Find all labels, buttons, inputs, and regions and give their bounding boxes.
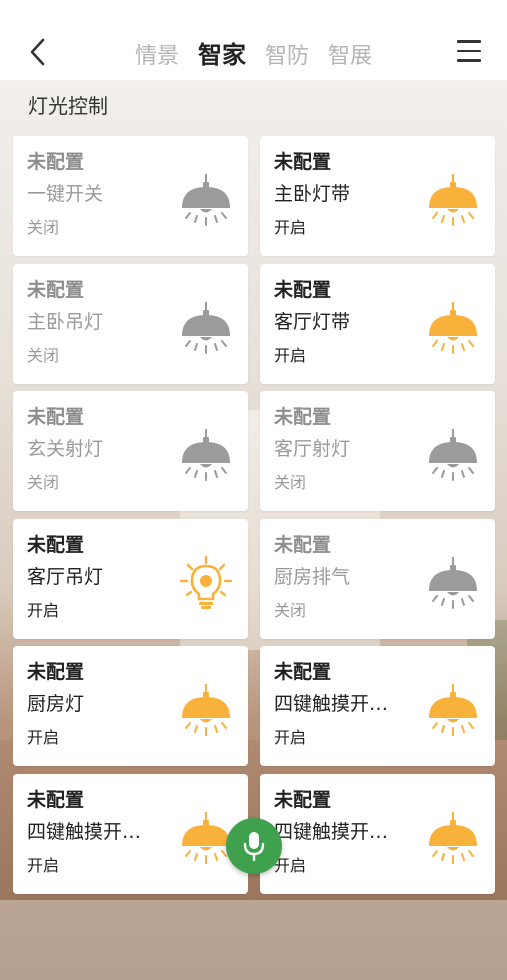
device-name: 客厅吊灯 <box>27 565 104 588</box>
device-name: 四键触摸开… <box>27 820 142 843</box>
device-name: 四键触摸开… <box>274 820 389 843</box>
device-name: 一键开关 <box>27 183 104 205</box>
device-config-status: 未配置 <box>27 151 85 173</box>
tab-security[interactable]: 智防 <box>265 38 309 70</box>
device-power-status: 开启 <box>27 728 60 747</box>
device-config-status: 未配置 <box>274 788 332 811</box>
device-power-status: 开启 <box>274 345 307 365</box>
device-power-status: 关闭 <box>274 600 307 620</box>
ceiling-lamp-icon <box>425 172 481 228</box>
device-power-status: 开启 <box>27 855 60 875</box>
device-name: 四键触摸开… <box>274 693 389 715</box>
device-power-status: 关闭 <box>274 473 307 492</box>
ceiling-lamp-icon <box>425 427 481 483</box>
ceiling-lamp-icon <box>178 300 234 356</box>
device-config-status: 未配置 <box>27 661 85 683</box>
tab-smart-home[interactable]: 智家 <box>198 35 246 70</box>
device-power-status: 开启 <box>274 728 307 747</box>
section-title: 灯光控制 <box>28 94 108 118</box>
device-config-status: 未配置 <box>274 661 332 683</box>
ceiling-lamp-icon <box>178 682 234 738</box>
device-config-status: 未配置 <box>274 533 332 556</box>
device-config-status: 未配置 <box>27 406 85 428</box>
device-power-status: 开启 <box>27 600 60 620</box>
ceiling-lamp-icon <box>178 427 234 483</box>
device-power-status: 开启 <box>274 218 307 237</box>
device-config-status: 未配置 <box>274 406 332 428</box>
device-card[interactable]: 未配置 玄关射灯 关闭 <box>13 391 248 511</box>
device-name: 客厅射灯 <box>274 438 351 460</box>
device-power-status: 关闭 <box>27 345 60 365</box>
ceiling-lamp-icon <box>425 810 481 866</box>
device-card[interactable]: 未配置 四键触摸开… 开启 <box>260 646 495 766</box>
device-config-status: 未配置 <box>27 278 85 301</box>
device-card[interactable]: 未配置 主卧吊灯 关闭 <box>13 263 248 384</box>
device-name: 主卧吊灯 <box>27 310 104 333</box>
device-card[interactable]: 未配置 客厅灯带 开启 <box>260 263 495 384</box>
hamburger-menu-icon <box>457 40 481 62</box>
device-card[interactable]: 未配置 主卧灯带 开启 <box>260 136 495 256</box>
device-card[interactable]: 未配置 厨房灯 开启 <box>13 646 248 766</box>
category-tabs: 情景 智家 智防 智展 <box>0 35 507 70</box>
device-config-status: 未配置 <box>274 151 332 173</box>
device-name: 厨房灯 <box>27 693 85 715</box>
voice-button[interactable] <box>226 818 282 874</box>
device-name: 玄关射灯 <box>27 438 104 460</box>
device-power-status: 关闭 <box>27 218 60 237</box>
device-card[interactable]: 未配置 四键触摸开… 开启 <box>260 773 495 894</box>
ceiling-lamp-icon <box>425 682 481 738</box>
tab-scene[interactable]: 情景 <box>135 38 179 70</box>
device-name: 客厅灯带 <box>274 310 351 333</box>
device-card[interactable]: 未配置 厨房排气 关闭 <box>260 518 495 639</box>
device-config-status: 未配置 <box>27 788 85 811</box>
top-header: 情景 智家 智防 智展 <box>0 0 507 80</box>
menu-button[interactable] <box>457 40 481 62</box>
device-config-status: 未配置 <box>27 533 85 556</box>
device-card[interactable]: 未配置 四键触摸开… 开启 <box>13 773 248 894</box>
device-name: 主卧灯带 <box>274 183 351 205</box>
ceiling-lamp-icon <box>178 172 234 228</box>
device-name: 厨房排气 <box>274 565 351 588</box>
ceiling-lamp-icon <box>178 810 234 866</box>
ceiling-lamp-icon <box>425 555 481 611</box>
microphone-icon <box>243 832 265 862</box>
tab-showcase[interactable]: 智展 <box>328 38 372 70</box>
device-config-status: 未配置 <box>274 278 332 301</box>
device-card[interactable]: 未配置 一键开关 关闭 <box>13 136 248 256</box>
ceiling-lamp-icon <box>425 300 481 356</box>
device-card[interactable]: 未配置 客厅吊灯 开启 <box>13 518 248 639</box>
device-power-status: 关闭 <box>27 473 60 492</box>
light-bulb-icon <box>178 555 234 611</box>
device-card[interactable]: 未配置 客厅射灯 关闭 <box>260 391 495 511</box>
